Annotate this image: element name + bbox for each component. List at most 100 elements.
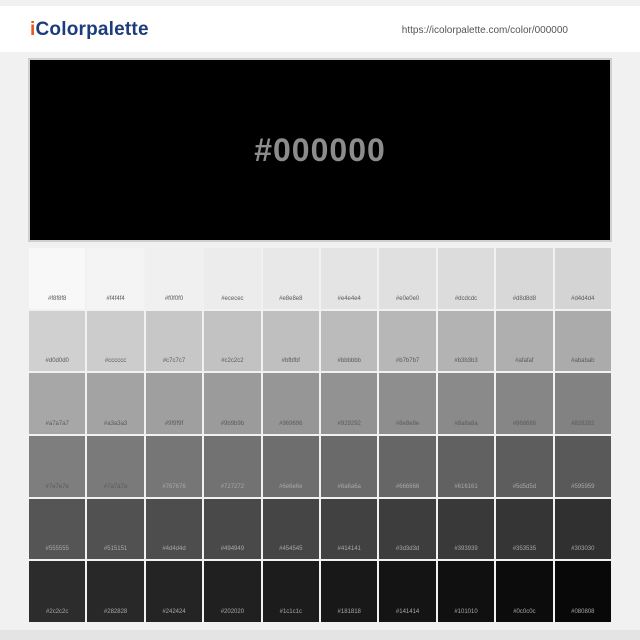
- shade-swatch[interactable]: #5d5d5d: [496, 436, 553, 497]
- shade-swatch-hex: #bbbbbb: [337, 358, 361, 365]
- shade-swatch[interactable]: #bbbbbb: [321, 310, 378, 372]
- shade-swatch-hex: #181818: [337, 609, 361, 615]
- shade-swatch[interactable]: #ececec: [204, 248, 261, 309]
- shade-swatch[interactable]: #282828: [87, 561, 144, 622]
- shade-swatch[interactable]: #dcdcdc: [437, 248, 495, 309]
- shade-swatch[interactable]: #595959: [554, 436, 611, 497]
- shade-swatch[interactable]: #141414: [379, 561, 436, 622]
- shade-swatch[interactable]: #969696: [262, 373, 319, 434]
- shade-swatch[interactable]: #3d3d3d: [379, 498, 436, 560]
- shade-swatch[interactable]: #868686: [496, 373, 553, 434]
- shade-swatch[interactable]: #828282: [554, 373, 611, 434]
- shade-swatch[interactable]: #666666: [379, 436, 436, 497]
- footer-band: [0, 630, 640, 640]
- shade-swatch-hex: #202020: [220, 609, 245, 615]
- shade-swatch-hex: #7e7e7e: [45, 483, 69, 490]
- shade-swatch-hex: #6e6e6e: [279, 483, 303, 490]
- site-header: iColorpalette https://icolorpalette.com/…: [0, 6, 640, 52]
- shade-swatch-hex: #515151: [103, 546, 128, 553]
- shade-swatch-hex: #9b9b9b: [220, 421, 245, 427]
- shade-swatch[interactable]: #6a6a6a: [321, 436, 378, 497]
- shade-swatch[interactable]: #2c2c2c: [29, 561, 86, 622]
- page-url[interactable]: https://icolorpalette.com/color/000000: [402, 25, 568, 36]
- shade-swatch[interactable]: #242424: [145, 561, 203, 622]
- shade-swatch[interactable]: #303030: [554, 498, 611, 560]
- shade-swatch[interactable]: #d8d8d8: [496, 248, 553, 309]
- shade-swatch[interactable]: #c2c2c2: [204, 310, 261, 372]
- shade-swatch-hex: #afafaf: [515, 358, 534, 365]
- shade-swatch-hex: #5d5d5d: [512, 483, 537, 490]
- shade-swatch[interactable]: #202020: [204, 561, 261, 622]
- shade-swatch[interactable]: #353535: [496, 498, 553, 560]
- shade-swatch-hex: #3d3d3d: [395, 546, 420, 553]
- shade-swatch[interactable]: #4d4d4d: [145, 498, 203, 560]
- shade-swatch[interactable]: #ababab: [554, 310, 611, 372]
- shade-swatch-hex: #ececec: [221, 295, 244, 302]
- shade-swatch-hex: #868686: [512, 421, 537, 427]
- shades-grid: #f8f8f8 #f4f4f4 #f0f0f0 #ececec #e8e8e8 #e4e4…: [29, 248, 611, 622]
- shade-swatch[interactable]: #e8e8e8: [262, 248, 319, 309]
- shade-swatch[interactable]: #515151: [87, 498, 144, 560]
- shade-swatch-hex: #a7a7a7: [45, 421, 69, 427]
- shade-swatch[interactable]: #b3b3b3: [437, 310, 495, 372]
- shade-swatch-hex: #828282: [571, 421, 595, 427]
- shade-swatch[interactable]: #929292: [321, 373, 378, 434]
- shade-swatch-hex: #414141: [337, 546, 361, 553]
- shade-swatch[interactable]: #7a7a7a: [87, 436, 144, 497]
- shade-swatch[interactable]: #8e8e8e: [379, 373, 436, 434]
- logo-wordmark: Colorpalette: [35, 19, 149, 40]
- shade-swatch[interactable]: #393939: [437, 498, 495, 560]
- shade-swatch-hex: #555555: [45, 546, 69, 553]
- shade-swatch-hex: #d4d4d4: [571, 295, 595, 302]
- shade-swatch-hex: #b7b7b7: [395, 358, 420, 365]
- shade-swatch-hex: #f8f8f8: [48, 295, 67, 302]
- shade-swatch-hex: #303030: [571, 546, 595, 553]
- shade-swatch[interactable]: #494949: [204, 498, 261, 560]
- shade-swatch-hex: #8a8a8a: [454, 421, 478, 427]
- shade-swatch[interactable]: #181818: [321, 561, 378, 622]
- shade-swatch-hex: #2c2c2c: [46, 609, 69, 615]
- shade-swatch[interactable]: #a7a7a7: [29, 373, 86, 434]
- shade-swatch-hex: #8e8e8e: [395, 421, 420, 427]
- shade-swatch[interactable]: #1c1c1c: [262, 561, 319, 622]
- shade-swatch-hex: #6a6a6a: [337, 483, 361, 490]
- shade-swatch[interactable]: #616161: [437, 436, 495, 497]
- shade-swatch[interactable]: #e4e4e4: [321, 248, 378, 309]
- shade-swatch[interactable]: #e0e0e0: [379, 248, 436, 309]
- shade-swatch[interactable]: #b7b7b7: [379, 310, 436, 372]
- shade-swatch[interactable]: #101010: [437, 561, 495, 622]
- shade-swatch[interactable]: #080808: [554, 561, 611, 622]
- shade-swatch-hex: #767676: [162, 483, 186, 490]
- shade-swatch[interactable]: #f4f4f4: [87, 248, 144, 309]
- shade-swatch-hex: #242424: [162, 609, 186, 615]
- shade-swatch[interactable]: #767676: [145, 436, 203, 497]
- shade-swatch[interactable]: #afafaf: [496, 310, 553, 372]
- shade-swatch[interactable]: #727272: [204, 436, 261, 497]
- shade-swatch[interactable]: #bfbfbf: [262, 310, 319, 372]
- shade-swatch[interactable]: #9b9b9b: [204, 373, 261, 434]
- shade-swatch-hex: #393939: [454, 546, 478, 553]
- shade-swatch[interactable]: #414141: [321, 498, 378, 560]
- shade-swatch-hex: #616161: [454, 483, 478, 490]
- shade-swatch[interactable]: #c7c7c7: [145, 310, 203, 372]
- shade-swatch[interactable]: #6e6e6e: [262, 436, 319, 497]
- shade-swatch-hex: #1c1c1c: [279, 609, 302, 615]
- shade-swatch[interactable]: #a3a3a3: [87, 373, 144, 434]
- shade-swatch[interactable]: #f8f8f8: [29, 248, 86, 309]
- shade-swatch-hex: #b3b3b3: [454, 358, 478, 365]
- shade-swatch[interactable]: #9f9f9f: [145, 373, 203, 434]
- shade-swatch-hex: #e4e4e4: [337, 295, 361, 302]
- shade-swatch[interactable]: #f0f0f0: [145, 248, 203, 309]
- shade-swatch-hex: #e0e0e0: [395, 295, 420, 302]
- shade-swatch[interactable]: #d4d4d4: [554, 248, 611, 309]
- shade-swatch[interactable]: #555555: [29, 498, 86, 560]
- shade-swatch[interactable]: #7e7e7e: [29, 436, 86, 497]
- shade-swatch-hex: #727272: [220, 483, 245, 490]
- shade-swatch[interactable]: #8a8a8a: [437, 373, 495, 434]
- shade-swatch[interactable]: #454545: [262, 498, 319, 560]
- shade-swatch-hex: #282828: [103, 609, 128, 615]
- shade-swatch[interactable]: #cccccc: [87, 310, 144, 372]
- shade-swatch[interactable]: #d0d0d0: [29, 310, 86, 372]
- shade-swatch[interactable]: #0c0c0c: [496, 561, 553, 622]
- site-logo[interactable]: iColorpalette: [30, 20, 149, 40]
